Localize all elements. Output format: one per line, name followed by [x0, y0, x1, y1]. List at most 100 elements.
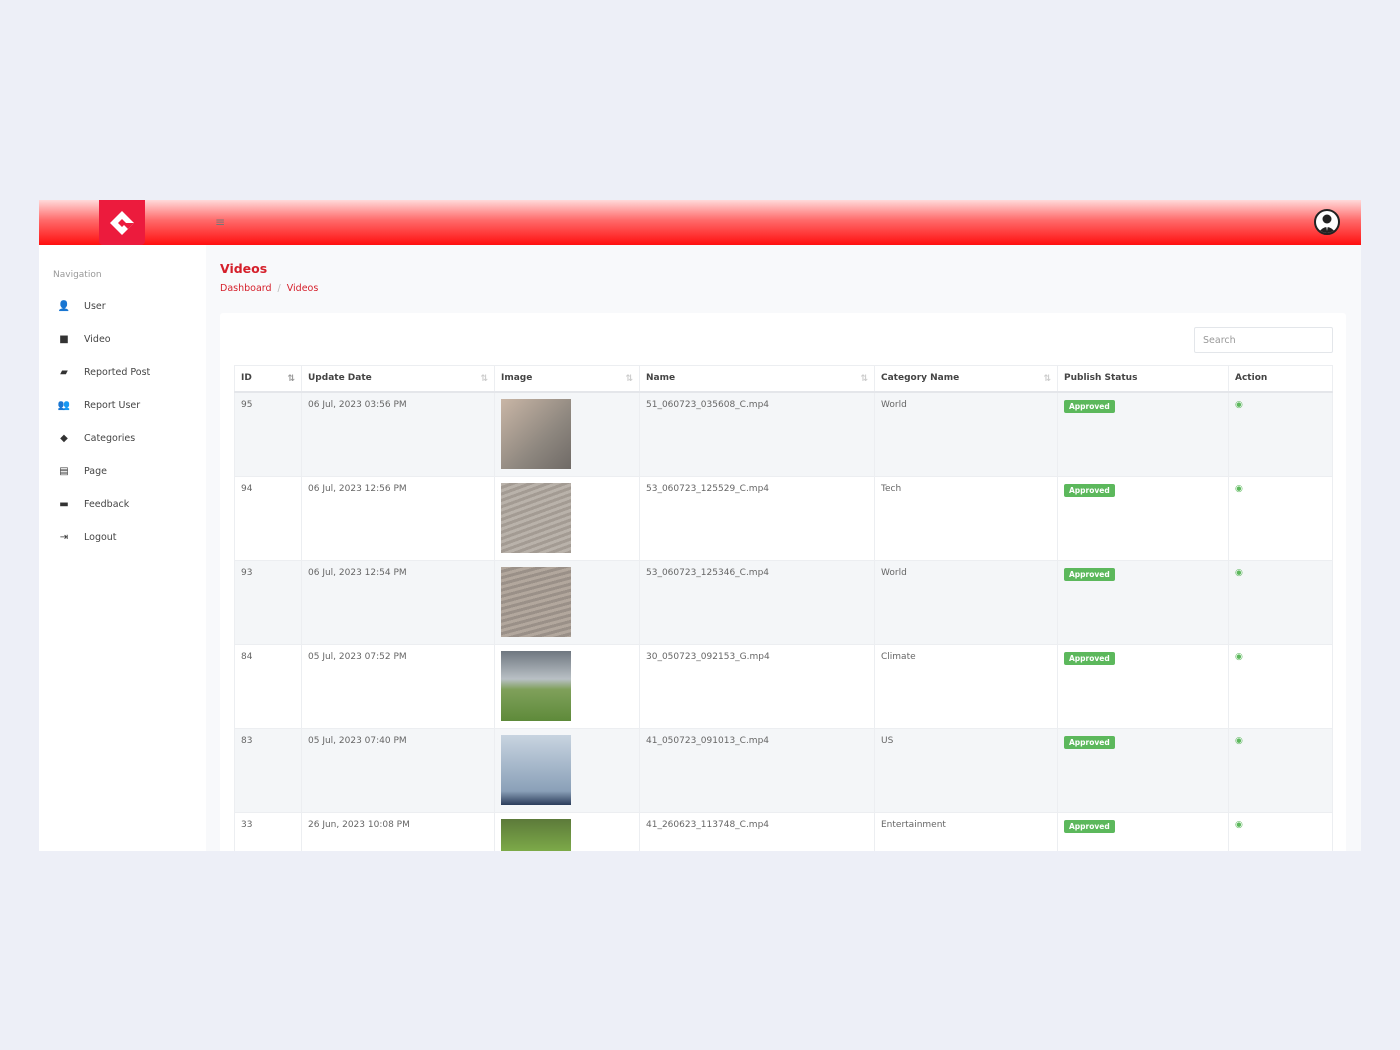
cell-status: Approved	[1057, 727, 1229, 813]
cell-category: World	[874, 559, 1058, 645]
cell-image	[494, 391, 640, 477]
cell-status: Approved	[1057, 391, 1229, 477]
navigation-label: Navigation	[53, 270, 102, 280]
user-avatar-icon[interactable]	[1314, 209, 1340, 235]
cell-update-date: 06 Jul, 2023 12:56 PM	[301, 475, 495, 561]
cell-name: 51_060723_035608_C.mp4	[639, 391, 875, 477]
video-thumbnail[interactable]	[501, 734, 571, 805]
cell-update-date: 26 Jun, 2023 10:08 PM	[301, 811, 495, 851]
page-title: Videos	[220, 261, 268, 276]
videos-card: ID⇅ Update Date⇅ Image⇅ Name⇅ Category N…	[220, 313, 1346, 851]
eye-icon[interactable]: ◉	[1235, 568, 1243, 578]
video-thumbnail[interactable]	[501, 482, 571, 553]
cell-action: ◉	[1228, 727, 1333, 813]
cell-update-date: 06 Jul, 2023 12:54 PM	[301, 559, 495, 645]
cell-update-date: 05 Jul, 2023 07:40 PM	[301, 727, 495, 813]
sidebar-item-reported-post[interactable]: ▰ Reported Post	[57, 362, 150, 382]
sidebar-item-label: Feedback	[84, 498, 130, 510]
sidebar-item-label: Categories	[84, 432, 136, 444]
user-icon: 👤	[57, 300, 71, 312]
sidebar-item-video[interactable]: ■ Video	[57, 329, 111, 349]
user-plus-icon: 👥	[57, 399, 71, 411]
sidebar-item-page[interactable]: ▤ Page	[57, 461, 107, 481]
eye-icon[interactable]: ◉	[1235, 736, 1243, 746]
table-row: 33 26 Jun, 2023 10:08 PM 41_260623_11374…	[234, 811, 1333, 851]
file-icon: ▤	[59, 465, 69, 477]
cell-id: 83	[234, 727, 302, 813]
top-header: ≡	[39, 200, 1361, 245]
sidebar-item-label: Logout	[84, 531, 117, 543]
cell-name: 41_050723_091013_C.mp4	[639, 727, 875, 813]
status-badge: Approved	[1064, 819, 1115, 833]
cell-id: 94	[234, 475, 302, 561]
cell-name: 41_260623_113748_C.mp4	[639, 811, 875, 851]
video-thumbnail[interactable]	[501, 818, 571, 851]
status-badge: Approved	[1064, 483, 1115, 497]
cell-image	[494, 811, 640, 851]
sidebar-item-label: Reported Post	[84, 366, 151, 378]
eye-icon[interactable]: ◉	[1235, 400, 1243, 410]
column-action: Action	[1228, 365, 1333, 393]
sidebar-item-label: Report User	[84, 399, 141, 411]
sidebar-item-label: Page	[84, 465, 107, 477]
cell-name: 53_060723_125529_C.mp4	[639, 475, 875, 561]
status-badge: Approved	[1064, 735, 1115, 749]
column-publish-status: Publish Status	[1057, 365, 1229, 393]
logout-icon: ⇥	[59, 531, 69, 543]
cell-id: 33	[234, 811, 302, 851]
search-input[interactable]	[1194, 327, 1333, 353]
sidebar-item-categories[interactable]: ◆ Categories	[57, 428, 135, 448]
status-badge: Approved	[1064, 651, 1115, 665]
column-image[interactable]: Image ⇅	[494, 365, 640, 393]
video-thumbnail[interactable]	[501, 650, 571, 721]
cell-status: Approved	[1057, 811, 1229, 851]
column-category-name[interactable]: Category Name ⇅	[874, 365, 1058, 393]
breadcrumb-videos: Videos	[286, 283, 319, 294]
cell-image	[494, 643, 640, 729]
video-thumbnail[interactable]	[501, 566, 571, 637]
table-row: 95 06 Jul, 2023 03:56 PM 51_060723_03560…	[234, 391, 1333, 477]
eye-icon[interactable]: ◉	[1235, 820, 1243, 830]
sidebar-item-label: Video	[84, 333, 111, 345]
column-id[interactable]: ID ⇅	[234, 365, 302, 393]
breadcrumb-dashboard[interactable]: Dashboard	[220, 283, 272, 294]
column-update-date[interactable]: Update Date ⇅	[301, 365, 495, 393]
app-window: ≡ Navigation 👤 User ■ Video ▰ Reported Post 👥 R…	[39, 200, 1361, 851]
videos-table: ID ⇅ Update Date ⇅ Image ⇅ Name ⇅ Category N…	[234, 365, 1333, 851]
cell-action: ◉	[1228, 475, 1333, 561]
cell-update-date: 05 Jul, 2023 07:52 PM	[301, 643, 495, 729]
logo-diamond-icon	[110, 210, 134, 235]
cell-action: ◉	[1228, 643, 1333, 729]
sidebar-item-user[interactable]: 👤 User	[57, 296, 106, 316]
table-row: 83 05 Jul, 2023 07:40 PM 41_050723_09101…	[234, 727, 1333, 813]
cell-status: Approved	[1057, 643, 1229, 729]
cell-category: Climate	[874, 643, 1058, 729]
breadcrumb: Dashboard / Videos	[220, 283, 319, 294]
table-row: 94 06 Jul, 2023 12:56 PM 53_060723_12552…	[234, 475, 1333, 561]
sidebar-item-logout[interactable]: ⇥ Logout	[57, 527, 117, 547]
cell-status: Approved	[1057, 475, 1229, 561]
hamburger-icon[interactable]: ≡	[215, 215, 225, 229]
cell-name: 53_060723_125346_C.mp4	[639, 559, 875, 645]
cell-image	[494, 559, 640, 645]
cell-category: US	[874, 727, 1058, 813]
logo[interactable]	[99, 200, 145, 245]
cell-id: 93	[234, 559, 302, 645]
table-row: 93 06 Jul, 2023 12:54 PM 53_060723_12534…	[234, 559, 1333, 645]
cell-category: World	[874, 391, 1058, 477]
sidebar-item-label: User	[84, 300, 106, 312]
tags-icon: ◆	[60, 432, 68, 444]
cell-id: 84	[234, 643, 302, 729]
eye-icon[interactable]: ◉	[1235, 652, 1243, 662]
column-name[interactable]: Name ⇅	[639, 365, 875, 393]
status-badge: Approved	[1064, 399, 1115, 413]
eye-icon[interactable]: ◉	[1235, 484, 1243, 494]
cell-id: 95	[234, 391, 302, 477]
sidebar-item-report-user[interactable]: 👥 Report User	[57, 395, 140, 415]
sidebar: Navigation 👤 User ■ Video ▰ Reported Post 👥 Rep…	[39, 245, 206, 851]
video-thumbnail[interactable]	[501, 398, 571, 469]
cell-update-date: 06 Jul, 2023 03:56 PM	[301, 391, 495, 477]
cell-name: 30_050723_092153_G.mp4	[639, 643, 875, 729]
cell-status: Approved	[1057, 559, 1229, 645]
sidebar-item-feedback[interactable]: ▬ Feedback	[57, 494, 129, 514]
